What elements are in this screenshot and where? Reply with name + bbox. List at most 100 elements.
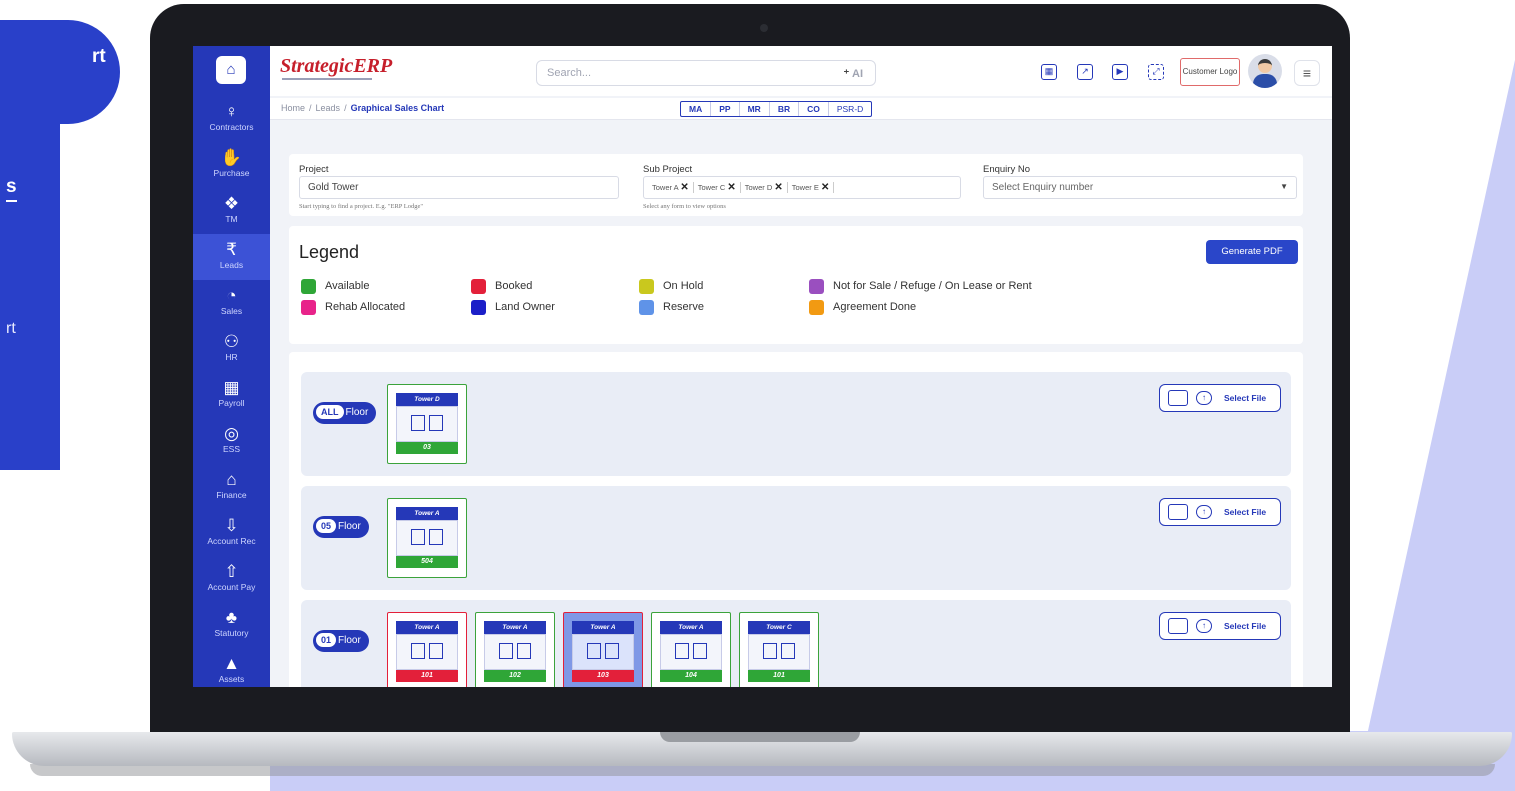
sidebar-item-ess[interactable]: ◎ ESS xyxy=(193,418,270,464)
legend-label: Agreement Done xyxy=(833,301,917,313)
sidebar-item-assets[interactable]: ▲ Assets xyxy=(193,648,270,687)
sidebar-item-contractors[interactable]: ♀ Contractors xyxy=(193,96,270,142)
tab-co[interactable]: CO xyxy=(799,102,829,116)
sidebar-item-label: Account Rec xyxy=(207,536,256,546)
play-icon[interactable]: ▶ xyxy=(1112,64,1128,80)
sidebar-item-label: Leads xyxy=(219,260,244,270)
floor-label: Floor xyxy=(345,407,369,418)
remove-chip-icon[interactable]: ✕ xyxy=(821,182,829,193)
sidebar-item-account-pay[interactable]: ⇧ Account Pay xyxy=(193,556,270,602)
building-icon xyxy=(572,634,634,670)
tab-br[interactable]: BR xyxy=(770,102,800,116)
hamburger-menu-icon[interactable]: ≡ xyxy=(1294,60,1320,86)
grid-icon[interactable]: ▦ xyxy=(1041,64,1057,80)
select-file-label: Select File xyxy=(1224,621,1267,631)
sidebar-item-label: Contractors xyxy=(209,122,254,132)
sidebar-item-label: Sales xyxy=(220,306,243,316)
floor-label: Floor xyxy=(338,521,361,532)
enquiry-placeholder: Select Enquiry number xyxy=(992,182,1094,193)
floor-row: 01 Floor Tower A 101 Tower A 102 Tower A 103 Tow… xyxy=(301,600,1291,687)
subproject-chip[interactable]: Tower A ✕ xyxy=(648,182,694,193)
select-file-button[interactable]: ↑ Select File xyxy=(1159,498,1281,526)
promo-link[interactable]: s xyxy=(6,176,17,202)
breadcrumb-home[interactable]: Home xyxy=(281,103,305,113)
floor-tag[interactable]: 05 Floor xyxy=(313,516,369,538)
subproject-chip[interactable]: Tower E ✕ xyxy=(788,182,835,193)
building-icon xyxy=(748,634,810,670)
unit-card[interactable]: Tower A 103 xyxy=(563,612,643,687)
legend-card: Legend Generate PDF Available Booked On Ho… xyxy=(289,226,1303,344)
unit-card[interactable]: Tower C 101 xyxy=(739,612,819,687)
select-file-button[interactable]: ↑ Select File xyxy=(1159,612,1281,640)
ai-label: AI xyxy=(852,68,863,80)
floor-tag[interactable]: ALL Floor xyxy=(313,402,377,424)
unit-number: 101 xyxy=(396,670,458,682)
select-file-button[interactable]: ↑ Select File xyxy=(1159,384,1281,412)
project-hint: Start typing to find a project. E.g. "ER… xyxy=(299,203,424,210)
search-input[interactable]: Search... ⁺ AI xyxy=(536,60,876,86)
subproject-chip[interactable]: Tower D ✕ xyxy=(741,182,788,193)
remove-chip-icon[interactable]: ✕ xyxy=(774,182,782,193)
breadcrumb-current: Graphical Sales Chart xyxy=(350,103,445,113)
unit-tower: Tower C xyxy=(748,621,810,634)
sidebar-item-statutory[interactable]: ♣ Statutory xyxy=(193,602,270,648)
ai-button[interactable]: ⁺ AI xyxy=(844,67,863,80)
tab-mr[interactable]: MR xyxy=(740,102,770,116)
tab-psr-d[interactable]: PSR-D xyxy=(829,102,871,116)
window-icon xyxy=(429,643,443,659)
sidebar-item-leads[interactable]: ₹ Leads xyxy=(193,234,270,280)
subproject-select[interactable]: Tower A ✕ Tower C ✕ Tower D ✕ Tower E ✕ xyxy=(643,176,961,199)
tab-ma[interactable]: MA xyxy=(681,102,712,116)
remove-chip-icon[interactable]: ✕ xyxy=(727,182,735,193)
laptop-notch xyxy=(660,732,860,742)
home-icon[interactable]: ⌂ xyxy=(216,56,246,84)
app-logo[interactable]: StrategicERP xyxy=(280,55,392,78)
select-file-label: Select File xyxy=(1224,393,1267,403)
project-label: Project xyxy=(299,164,329,175)
avatar[interactable] xyxy=(1248,54,1282,88)
breadcrumb-leads[interactable]: Leads xyxy=(316,103,341,113)
fullscreen-icon[interactable]: ⤢ xyxy=(1148,64,1164,80)
tab-pp[interactable]: PP xyxy=(711,102,740,116)
remove-chip-icon[interactable]: ✕ xyxy=(680,182,688,193)
sidebar-item-finance[interactable]: ⌂ Finance xyxy=(193,464,270,510)
sidebar-item-purchase[interactable]: ✋ Purchase xyxy=(193,142,270,188)
subproject-chip[interactable]: Tower C ✕ xyxy=(694,182,741,193)
window-icon xyxy=(411,643,425,659)
unit-tower: Tower A xyxy=(572,621,634,634)
sidebar-item-hr[interactable]: ⚇ HR xyxy=(193,326,270,372)
window-icon xyxy=(693,643,707,659)
finance-icon: ⌂ xyxy=(226,470,237,489)
floor-number: ALL xyxy=(316,405,344,419)
unit-card[interactable]: Tower A 101 xyxy=(387,612,467,687)
unit-card[interactable]: Tower A 102 xyxy=(475,612,555,687)
unit-card[interactable]: Tower A 104 xyxy=(651,612,731,687)
project-input[interactable]: Gold Tower xyxy=(299,176,619,199)
unit-number: 102 xyxy=(484,670,546,682)
unit-card[interactable]: Tower A 504 xyxy=(387,498,467,578)
unit-number: 104 xyxy=(660,670,722,682)
sidebar-item-sales[interactable]: ◔ Sales xyxy=(193,280,270,326)
filter-card: Project Gold Tower Start typing to find … xyxy=(289,154,1303,216)
legend-title: Legend xyxy=(299,242,360,262)
sidebar-item-tm[interactable]: ❖ TM xyxy=(193,188,270,234)
sidebar-item-label: Finance xyxy=(216,490,247,500)
sidebar-item-label: TM xyxy=(225,214,238,224)
generate-pdf-button[interactable]: Generate PDF xyxy=(1206,240,1298,264)
ess-icon: ◎ xyxy=(224,424,239,443)
building-icon xyxy=(396,634,458,670)
unit-card[interactable]: Tower D 03 xyxy=(387,384,467,464)
open-external-icon[interactable]: ↗ xyxy=(1077,64,1093,80)
search-placeholder: Search... xyxy=(547,67,592,79)
unit-number: 504 xyxy=(396,556,458,568)
legend-label: Available xyxy=(325,280,370,292)
sidebar-item-payroll[interactable]: ▦ Payroll xyxy=(193,372,270,418)
enquiry-select[interactable]: Select Enquiry number ▼ xyxy=(983,176,1297,199)
sidebar-item-account-rec[interactable]: ⇩ Account Rec xyxy=(193,510,270,556)
hardhat-icon: ♀ xyxy=(225,102,238,121)
floor-tag[interactable]: 01 Floor xyxy=(313,630,369,652)
promo-card: rt xyxy=(0,20,120,124)
rupee-doc-icon: ₹ xyxy=(226,240,237,259)
cloud-upload-icon: ↑ xyxy=(1196,619,1212,633)
network-icon: ❖ xyxy=(223,194,240,213)
